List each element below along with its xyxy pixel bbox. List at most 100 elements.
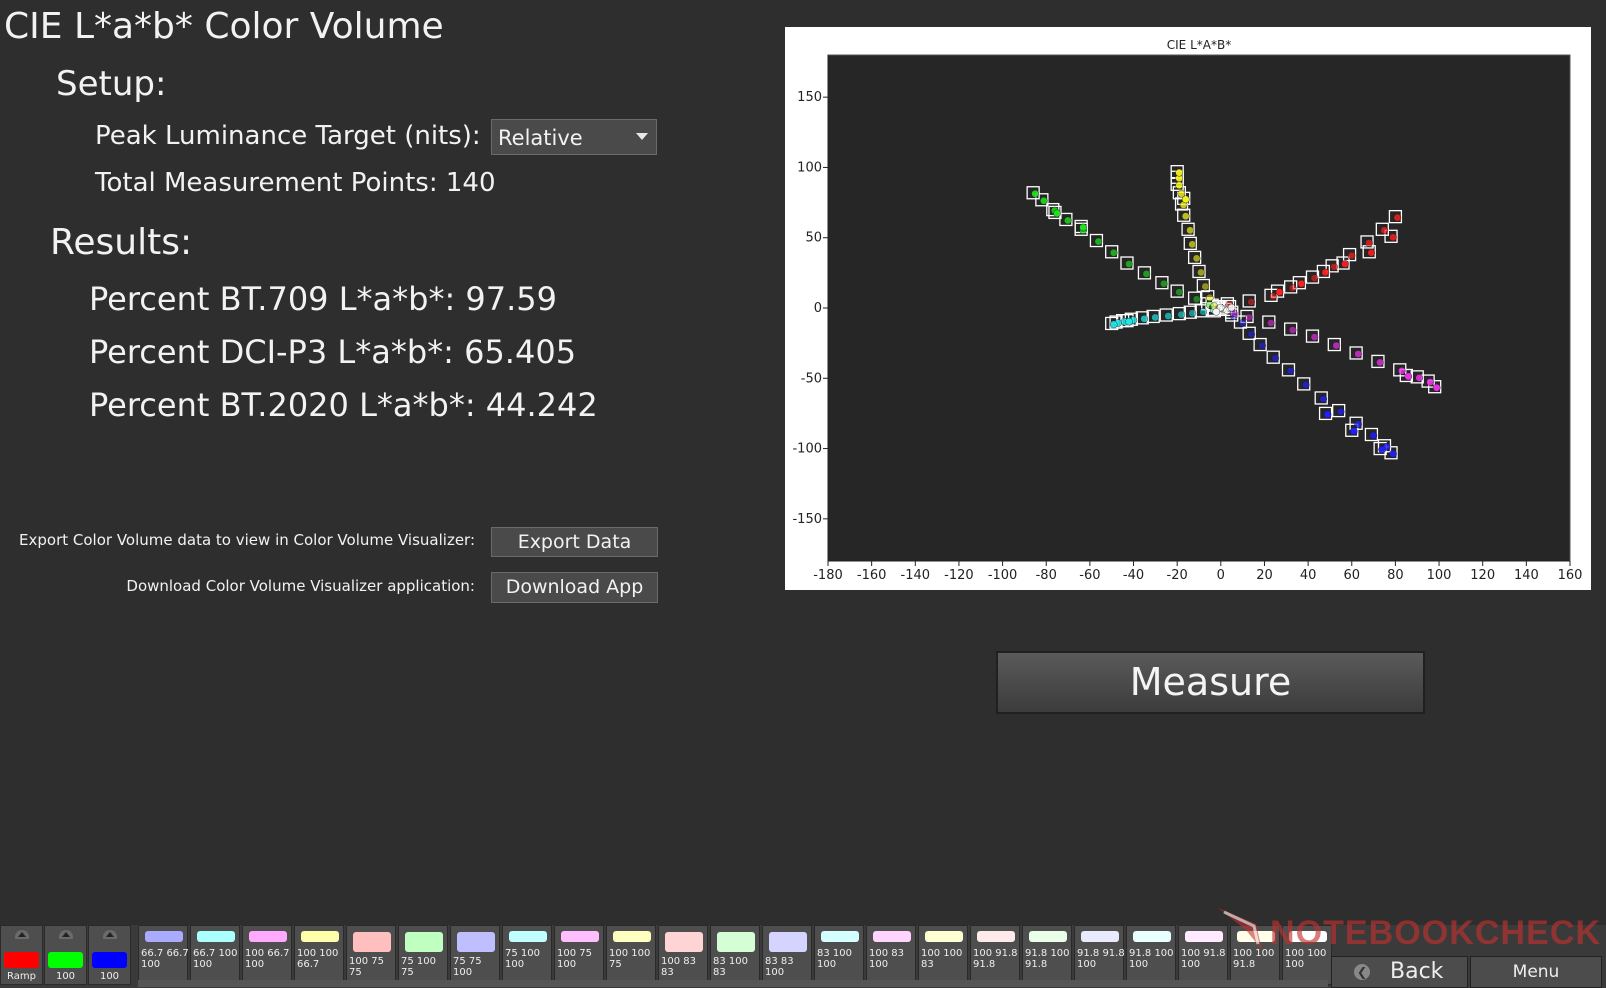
- patch-button[interactable]: 100 83 100: [866, 925, 916, 985]
- peak-luminance-label: Peak Luminance Target (nits):: [95, 121, 481, 151]
- patch-button[interactable]: 91.8 100 91.8: [1022, 925, 1072, 985]
- patch-button[interactable]: 100 75 100: [554, 925, 604, 985]
- setup-heading: Setup:: [56, 64, 167, 104]
- patch-swatch: [821, 931, 859, 942]
- y-tick-label: -150: [792, 512, 822, 527]
- peak-luminance-value: Relative: [498, 126, 583, 150]
- ramp-button-1[interactable]: 100: [44, 925, 87, 985]
- data-point: [1365, 239, 1373, 247]
- ramp-button-0[interactable]: Ramp: [0, 925, 43, 985]
- patch-button[interactable]: 100 100 83: [918, 925, 968, 985]
- patch-swatch: [665, 932, 703, 952]
- data-point: [1151, 313, 1159, 322]
- chevron-down-icon: [636, 133, 648, 140]
- patch-button[interactable]: 100 75 75: [346, 925, 396, 985]
- svg-text:NOTEBOOKCHECK: NOTEBOOKCHECK: [1270, 914, 1600, 952]
- patch-swatch: [769, 932, 807, 952]
- patch-button[interactable]: 75 75 100: [450, 925, 500, 985]
- patch-swatch: [301, 931, 339, 942]
- patch-button[interactable]: 66.7 66.7 100: [138, 925, 189, 985]
- result-dci-p3: Percent DCI-P3 L*a*b*: 65.405: [89, 333, 577, 371]
- patch-button[interactable]: 91.8 100 100: [1126, 925, 1176, 985]
- data-point: [1286, 367, 1295, 375]
- patch-swatch: [197, 931, 235, 942]
- menu-button[interactable]: Menu: [1470, 956, 1602, 988]
- ramp-button-label: 100: [55, 971, 76, 982]
- data-point: [1205, 293, 1214, 302]
- x-tick-label: 120: [1470, 568, 1495, 583]
- data-point: [1432, 383, 1441, 392]
- patch-button[interactable]: 75 100 100: [502, 925, 552, 985]
- data-point: [1393, 213, 1402, 222]
- patch-label: 100 91.8 91.8: [973, 948, 1018, 970]
- measure-button[interactable]: Measure: [996, 651, 1425, 714]
- patch-label: 100 75 75: [349, 956, 384, 978]
- x-tick-label: 0: [1217, 568, 1225, 583]
- patch-button[interactable]: 100 100 75: [606, 925, 656, 985]
- patch-button[interactable]: 100 83 83: [658, 925, 708, 985]
- data-point: [1389, 449, 1397, 458]
- data-point: [1258, 341, 1266, 350]
- data-point: [1109, 320, 1118, 329]
- patch-button[interactable]: 75 100 75: [398, 925, 448, 985]
- data-point: [1349, 427, 1358, 436]
- ramp-button-2[interactable]: 100: [88, 925, 131, 985]
- y-tick-label: 0: [814, 301, 822, 316]
- data-point: [1181, 195, 1190, 204]
- color-swatch: [4, 952, 39, 968]
- patch-swatch: [353, 932, 391, 952]
- toolbar-scrollbar[interactable]: [138, 980, 1328, 987]
- data-point: [1186, 226, 1194, 235]
- data-point: [1354, 350, 1362, 358]
- patch-swatch: [1081, 931, 1119, 942]
- patch-button[interactable]: 83 100 100: [814, 925, 864, 985]
- x-tick-label: -160: [857, 568, 887, 583]
- data-point: [1336, 407, 1345, 416]
- patch-label: 83 83 100: [765, 956, 794, 978]
- y-tick-label: 50: [805, 231, 822, 246]
- patch-label: 100 100 83: [921, 948, 963, 970]
- export-data-button[interactable]: Export Data: [491, 527, 658, 557]
- data-point: [1197, 268, 1205, 277]
- y-tick-label: -50: [801, 371, 822, 386]
- data-point: [1288, 326, 1297, 334]
- patch-label: 75 100 75: [401, 956, 436, 978]
- patch-button[interactable]: 83 100 83: [710, 925, 760, 985]
- data-point: [1140, 315, 1149, 323]
- data-point: [1079, 223, 1087, 232]
- patch-label: 100 100 75: [609, 948, 651, 970]
- data-point: [1323, 410, 1332, 419]
- data-point: [1297, 279, 1306, 288]
- patch-button[interactable]: 66.7 100 100: [190, 925, 240, 985]
- patch-swatch: [145, 931, 183, 942]
- data-point: [1389, 233, 1397, 242]
- data-point: [1031, 189, 1039, 198]
- patch-button[interactable]: 100 100 66.7: [294, 925, 344, 985]
- x-tick-label: -80: [1036, 568, 1057, 583]
- download-app-button[interactable]: Download App: [491, 572, 658, 603]
- peak-luminance-select[interactable]: Relative: [491, 119, 657, 155]
- back-button[interactable]: ❮ Back: [1331, 956, 1468, 988]
- data-point: [1310, 333, 1319, 341]
- patch-button[interactable]: 91.8 91.8 100: [1074, 925, 1125, 985]
- x-tick-label: 20: [1256, 568, 1273, 583]
- patch-label: 66.7 100 100: [193, 948, 238, 970]
- patch-label: 75 100 100: [505, 948, 540, 970]
- data-point: [1192, 295, 1201, 303]
- data-point: [1426, 378, 1434, 386]
- data-point: [1188, 309, 1197, 318]
- data-point: [1378, 445, 1386, 454]
- x-tick-label: 160: [1558, 568, 1583, 583]
- y-tick-label: -100: [792, 442, 822, 457]
- data-point: [1397, 367, 1406, 375]
- data-point: [1164, 312, 1173, 320]
- patch-button[interactable]: 100 91.8 91.8: [970, 925, 1020, 985]
- patch-button[interactable]: 100 66.7 100: [242, 925, 292, 985]
- data-point: [1175, 288, 1183, 296]
- data-point: [1380, 226, 1389, 235]
- patch-button[interactable]: 83 83 100: [762, 925, 812, 985]
- x-tick-label: 40: [1300, 568, 1317, 583]
- lab-chart-frame: CIE L*A*B* -180 -160 -140 -120 -100 -80 -60 -40 -…: [785, 27, 1591, 590]
- patch-label: 91.8 100 91.8: [1025, 948, 1070, 970]
- up-arrow-icon: [59, 930, 73, 939]
